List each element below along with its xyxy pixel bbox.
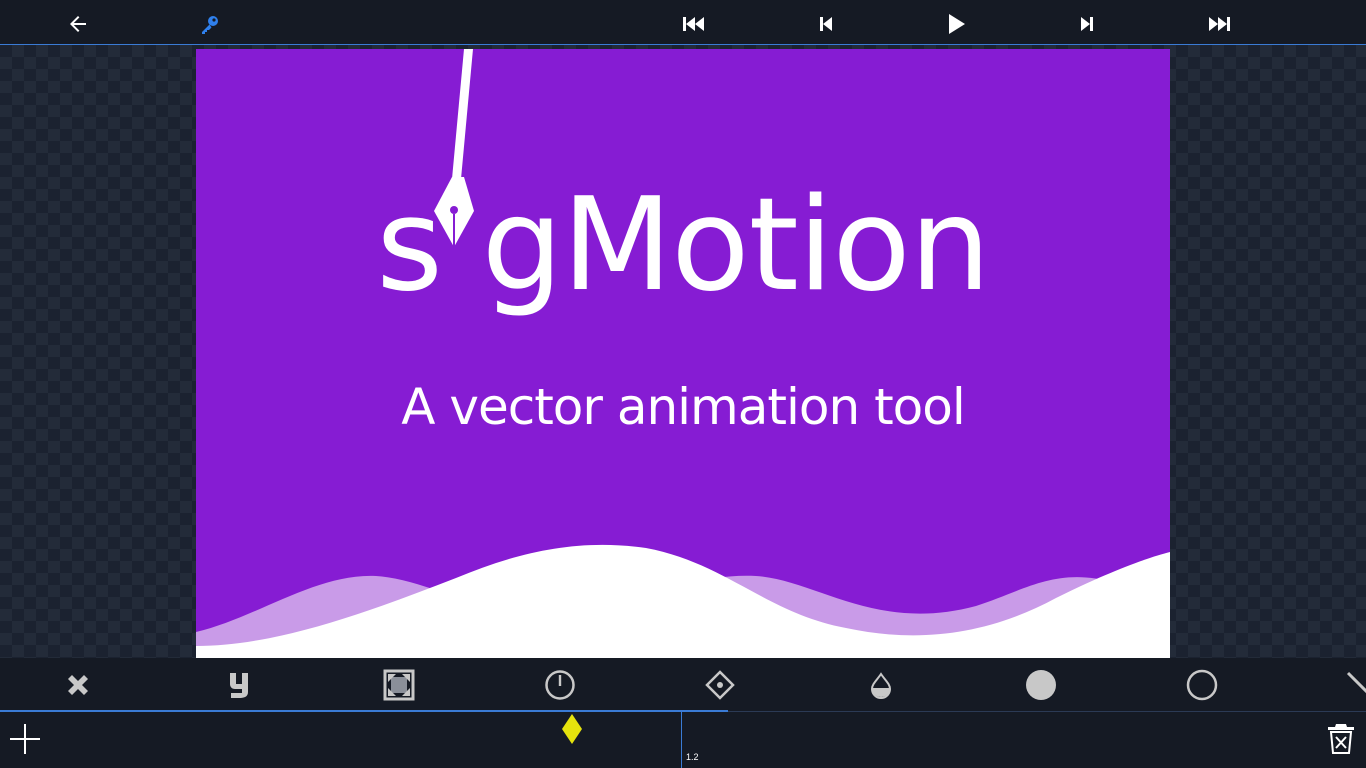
skip-to-start-icon[interactable]	[678, 8, 710, 40]
fit-frame-icon[interactable]	[381, 667, 417, 703]
timeline-panel[interactable]	[0, 712, 1366, 768]
fill-circle-icon[interactable]	[1023, 667, 1059, 703]
step-back-icon[interactable]	[810, 8, 842, 40]
tool-bar	[0, 658, 1366, 711]
wave-shapes	[196, 544, 1170, 658]
timer-icon[interactable]	[542, 667, 578, 703]
back-arrow-icon[interactable]	[62, 8, 94, 40]
skip-to-end-icon[interactable]	[1203, 8, 1235, 40]
pen-nib-icon	[434, 49, 474, 247]
delete-keyframe-icon[interactable]	[1326, 721, 1356, 760]
close-icon[interactable]	[60, 667, 96, 703]
timeline-playhead[interactable]	[681, 712, 682, 768]
anchor-point-icon[interactable]	[702, 667, 738, 703]
artboard-canvas[interactable]: s gMotion A vector animation tool	[196, 49, 1170, 658]
keyframe-marker[interactable]	[561, 713, 583, 750]
line-tool-icon[interactable]	[1340, 667, 1366, 703]
stroke-circle-icon[interactable]	[1184, 667, 1220, 703]
tagline-text: A vector animation tool	[401, 378, 966, 436]
top-bar	[0, 0, 1366, 45]
step-forward-icon[interactable]	[1071, 8, 1103, 40]
add-keyframe-button[interactable]	[8, 722, 42, 761]
timeline-time-label: 1.2	[686, 752, 699, 762]
play-icon[interactable]	[940, 8, 972, 40]
key-icon[interactable]	[194, 8, 226, 40]
opacity-drop-icon[interactable]	[863, 667, 899, 703]
y-letter-icon[interactable]	[221, 667, 257, 703]
